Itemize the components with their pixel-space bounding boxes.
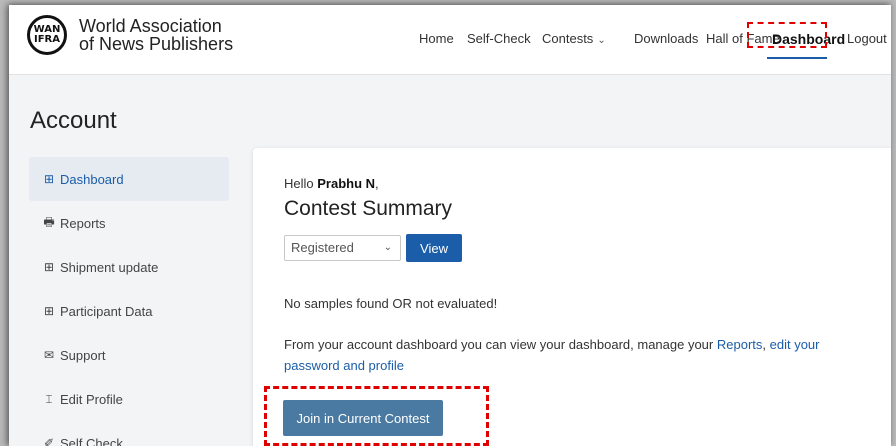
sidebar-item-self-check[interactable]: ✐ Self Check [29,421,229,446]
sidebar-item-label: Self Check [60,435,123,446]
sidebar-item-label: Participant Data [60,303,153,319]
status-select[interactable]: Registered ⌄ [284,235,401,261]
nav-logout[interactable]: Logout [847,31,887,46]
greeting-suffix: , [375,176,379,191]
sidebar-item-shipment-update[interactable]: ⊞ Shipment update [29,245,229,289]
grid-icon: ⊞ [43,304,55,318]
nav-contests[interactable]: Contests ⌄ [542,31,606,46]
nav-home[interactable]: Home [419,31,454,46]
reports-link[interactable]: Reports [717,337,763,352]
sidebar-item-label: Reports [60,215,106,231]
printer-icon: 🖶 [43,214,55,229]
grid-icon: ⊞ [43,260,55,274]
status-select-value: Registered [291,240,354,255]
sidebar-item-dashboard[interactable]: ⊞ Dashboard [29,157,229,201]
sidebar-item-edit-profile[interactable]: ⌶ Edit Profile [29,377,229,421]
view-button[interactable]: View [406,234,462,262]
dashboard-highlight-box [747,22,827,48]
no-samples-message: No samples found OR not evaluated! [284,296,498,311]
contest-summary-title: Contest Summary [284,197,453,220]
user-name: Prabhu N [317,176,376,191]
page-title: Account [30,107,117,134]
sidebar-item-reports[interactable]: 🖶 Reports [29,201,229,245]
nav-downloads[interactable]: Downloads [634,31,698,46]
nav-contests-label: Contests [542,31,594,46]
join-contest-button[interactable]: Join in Current Contest [283,400,443,436]
nav-active-underline [767,57,827,59]
chevron-down-icon: ⌄ [383,242,392,253]
sidebar-item-label: Edit Profile [60,391,123,407]
greeting: Hello Prabhu N, [284,176,379,191]
text-cursor-icon: ⌶ [45,391,53,406]
chevron-down-icon: ⌄ [597,35,606,46]
nav-self-check[interactable]: Self-Check [467,31,531,46]
dashboard-description: From your account dashboard you can view… [284,334,854,376]
envelope-icon: ✉ [43,348,55,362]
sidebar-item-support[interactable]: ✉ Support [29,333,229,377]
sidebar-item-participant-data[interactable]: ⊞ Participant Data [29,289,229,333]
sidebar-item-label: Support [60,347,106,363]
sidebar-item-label: Shipment update [60,259,159,275]
grid-icon: ⊞ [43,172,55,186]
description-separator: , [762,337,770,352]
description-text: From your account dashboard you can view… [284,337,717,352]
browser-page: WAN IFRA World Association of News Publi… [9,5,891,446]
pencil-icon: ✐ [43,436,55,446]
account-sidebar: ⊞ Dashboard 🖶 Reports ⊞ Shipment update … [29,157,229,446]
dashboard-card: Hello Prabhu N, Contest Summary Register… [253,148,891,446]
sidebar-item-label: Dashboard [60,171,124,187]
greeting-prefix: Hello [284,176,318,191]
